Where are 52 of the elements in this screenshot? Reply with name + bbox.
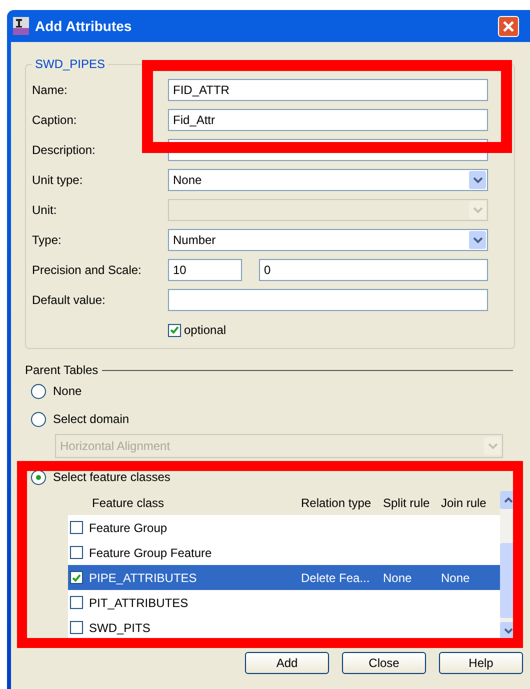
- window-title: Add Attributes: [35, 18, 132, 34]
- feature-class-name: Feature Group: [89, 520, 168, 534]
- checkbox[interactable]: [70, 546, 83, 559]
- field-label: Default value:: [32, 293, 106, 307]
- field-label: Precision and Scale:: [32, 263, 142, 277]
- radio-label: Select domain: [53, 412, 130, 426]
- field-label: Name:: [32, 83, 68, 97]
- table-row[interactable]: Feature Group: [68, 515, 500, 540]
- field-label: Description:: [32, 143, 96, 157]
- column-header[interactable]: Relation type: [301, 496, 383, 510]
- relation-type: Delete Fea...: [301, 570, 370, 584]
- split-rule: None: [383, 570, 412, 584]
- dialog-button[interactable]: Close: [342, 652, 426, 674]
- radio-button[interactable]: [31, 384, 46, 398]
- dropdown[interactable]: Number: [168, 229, 488, 251]
- checkbox[interactable]: [70, 596, 83, 609]
- group-title: SWD_PIPES: [34, 57, 106, 71]
- radio-label: Select feature classes: [53, 470, 170, 484]
- section-title: Parent Tables: [25, 363, 98, 377]
- checkbox-label: optional: [184, 323, 226, 337]
- field-label: Caption:: [32, 113, 78, 127]
- feature-class-name: Feature Group Feature: [89, 546, 212, 560]
- dropdown[interactable]: None: [168, 169, 488, 191]
- checkbox[interactable]: [70, 521, 83, 534]
- feature-class-name: PIT_ATTRIBUTES: [89, 596, 188, 610]
- checkbox[interactable]: [70, 621, 83, 634]
- field-label: Unit type:: [32, 173, 84, 187]
- dialog-button[interactable]: Help: [439, 652, 523, 674]
- radio-button[interactable]: [31, 412, 46, 426]
- text-field[interactable]: Fid_Attr: [168, 109, 488, 131]
- table-row[interactable]: SWD_PITS: [68, 615, 500, 640]
- checkbox[interactable]: [70, 571, 83, 584]
- checkbox[interactable]: [168, 324, 181, 336]
- close-icon[interactable]: [498, 16, 519, 36]
- feature-class-name: PIPE_ATTRIBUTES: [89, 570, 197, 584]
- app-icon: [13, 17, 29, 35]
- radio-label: None: [53, 384, 82, 398]
- table-row[interactable]: PIT_ATTRIBUTES: [68, 590, 500, 615]
- column-header[interactable]: Split rule: [383, 496, 441, 510]
- table-row[interactable]: PIPE_ATTRIBUTES Delete Fea... None None: [68, 565, 500, 590]
- join-rule: None: [441, 570, 470, 584]
- table-row[interactable]: Feature Group Feature: [68, 540, 500, 565]
- column-header[interactable]: Join rule: [441, 496, 499, 510]
- feature-class-name: SWD_PITS: [89, 620, 150, 634]
- text-field[interactable]: FID_ATTR: [168, 79, 488, 101]
- scale-field[interactable]: 0: [259, 259, 488, 281]
- field-label: Unit:: [32, 203, 58, 217]
- text-field[interactable]: [168, 289, 488, 311]
- dialog-button[interactable]: Add: [245, 652, 329, 674]
- field-label: Type:: [32, 233, 62, 247]
- column-header[interactable]: Feature class: [68, 496, 301, 510]
- precision-field[interactable]: 10: [168, 259, 242, 281]
